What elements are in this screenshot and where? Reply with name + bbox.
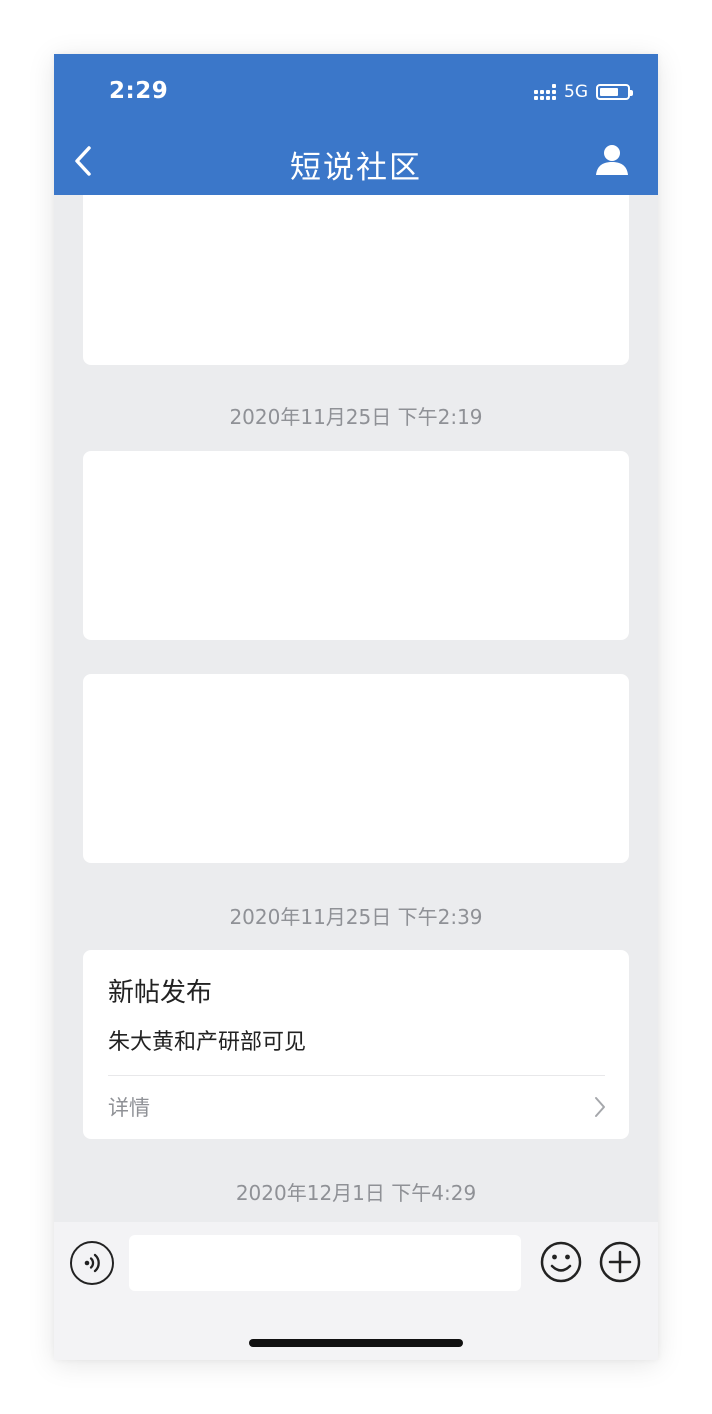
top-bar: 2:29 5G 短说社区 — [54, 54, 658, 195]
profile-button[interactable] — [594, 142, 630, 178]
timestamp: 2020年12月1日 下午4:29 — [235, 1181, 477, 1205]
message-card-empty[interactable] — [83, 451, 629, 640]
voice-icon — [84, 1253, 100, 1273]
message-card-empty[interactable] — [83, 195, 629, 365]
battery-icon — [596, 84, 633, 100]
message-card-empty[interactable] — [83, 674, 629, 863]
more-button[interactable] — [599, 1241, 641, 1283]
post-card[interactable]: 新帖发布 朱大黄和产研部可见 详情 — [83, 950, 629, 1139]
post-detail-link[interactable]: 详情 — [83, 1076, 629, 1138]
timestamp: 2020年11月25日 下午2:39 — [229, 905, 483, 929]
voice-button[interactable] — [70, 1241, 114, 1285]
post-visibility: 朱大黄和产研部可见 — [108, 1030, 307, 1055]
status-time: 2:29 — [109, 78, 169, 104]
network-type: 5G — [564, 82, 588, 102]
message-feed[interactable]: 2020年11月25日 下午2:19 2020年11月25日 下午2:39 新帖… — [54, 195, 658, 1222]
user-icon — [596, 145, 628, 175]
chevron-right-icon — [595, 1097, 605, 1117]
phone-screen: 2:29 5G 短说社区 2020年11月25日 下午2:19 2020年11月… — [54, 54, 658, 1360]
timestamp: 2020年11月25日 下午2:19 — [229, 405, 483, 429]
home-indicator — [249, 1339, 463, 1347]
signal-icon — [534, 84, 556, 100]
input-bar — [54, 1222, 658, 1360]
plus-circle-icon — [599, 1241, 641, 1283]
post-title: 新帖发布 — [108, 978, 213, 1008]
status-indicators: 5G — [534, 82, 633, 102]
emoji-button[interactable] — [540, 1241, 582, 1283]
page-title: 短说社区 — [290, 150, 422, 186]
message-input[interactable] — [129, 1235, 521, 1291]
emoji-icon — [540, 1241, 582, 1283]
detail-label: 详情 — [108, 1096, 150, 1120]
